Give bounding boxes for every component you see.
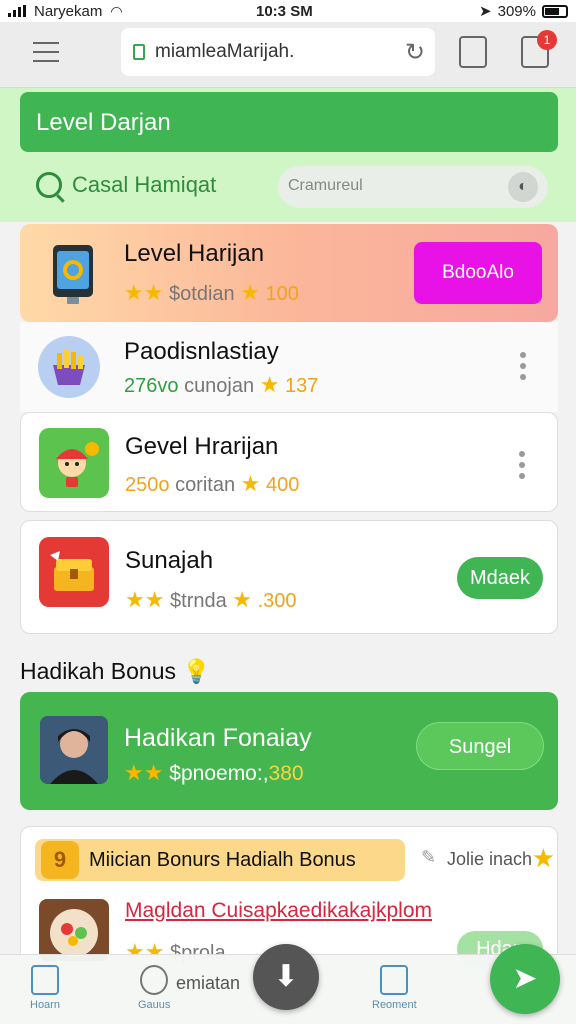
game-title: Sunajah [125,547,214,574]
notifications-icon[interactable]: 1 [521,30,557,68]
bonus-card[interactable]: Hadikan Fonaiay ★★ $pnoemo:,380 Sungel [20,692,558,810]
star-icon: ★ [232,587,253,612]
shopping-bag-icon[interactable] [459,36,487,68]
game-meta-prefix: 276vo [124,375,179,397]
game-card[interactable]: Gevel Hrarijan 250o coritan ★ 400 [20,412,558,512]
nav-games-label: Gauus [138,999,171,1011]
search-icon [36,172,62,198]
star-icon: ★ [240,280,260,305]
rating-stars: ★ [259,372,280,397]
globe-icon [140,965,169,995]
rating-stars: ★ [240,471,261,496]
game-meta-text: cunojan [184,375,255,397]
play-button[interactable]: BdooAlo [414,242,542,304]
send-icon: ➤ [512,962,538,995]
category-filter[interactable]: Casal Hamiqat [36,172,216,198]
game-meta: 276vo cunojan ★ 137 [124,372,318,398]
nav-center-text: emiatan [176,973,241,993]
game-title: Paodisnlastiay [124,338,279,365]
promo-side-label: Jolie inach [447,849,533,869]
promo-side-chip[interactable]: ✎ Jolie inach ★ [407,841,555,877]
treasure-chest-icon [39,537,109,607]
address-bar[interactable]: miamleaMarijah. ↻ [121,28,435,76]
clock: 10:3 SM [256,2,313,20]
game-meta: ★★ $trnda ★ .300 [125,587,297,613]
section-title: Hadikah Bonus 💡 [20,658,211,685]
game-card[interactable]: Sunajah ★★ $trnda ★ .300 Mdaek [20,520,558,634]
mascot-character-icon [39,428,109,498]
search-input[interactable]: Cramureul ◐ [278,166,548,208]
bonus-score: 380 [268,762,304,785]
game-meta-text: $otdian [169,283,235,305]
location-icon: ➤ [479,3,492,20]
promo-link[interactable]: Magldan Cuisapkaedikakajkplom [125,899,432,923]
rating-stars: ★★ [125,587,165,612]
banner-title: Level Darjan [36,109,171,136]
url-text: miamleaMarijah. [155,41,295,62]
nav-games[interactable]: Gauus [138,965,170,1011]
battery-icon [542,4,568,18]
bonus-meta: ★★ $pnoemo:,380 [124,760,304,786]
game-score: 100 [265,283,299,305]
category-label: Casal Hamiqat [72,172,217,197]
claim-button[interactable]: Sungel [416,722,544,770]
game-score: 400 [265,474,300,496]
fries-basket-icon [38,336,100,398]
wifi-icon: ◠ [110,2,123,19]
status-bar: Naryekam ◠ 10:3 SM ➤ 309% [0,0,576,22]
game-title: Gevel Hrarijan [125,433,279,460]
voice-search-icon[interactable]: ◐ [508,172,538,202]
nav-home-label: Hoarn [30,999,60,1011]
edit-icon: ✎ [421,847,437,867]
nav-recent-label: Reoment [372,999,417,1011]
lightbulb-icon: 💡 [182,658,212,684]
home-icon [30,965,59,995]
game-title: Level Harijan [124,240,265,267]
more-options-icon[interactable] [519,451,525,479]
game-meta-text: coritan [175,474,236,496]
download-button[interactable]: ⬇ [253,944,319,1010]
more-options-icon[interactable] [520,352,526,380]
secure-lock-icon [133,44,145,60]
signal-icon [8,5,26,17]
notification-badge: 1 [537,30,557,50]
game-meta: 250o coritan ★ 400 [125,471,299,497]
food-dish-icon [39,899,109,961]
game-card[interactable]: Level Harijan ★★ $otdian ★ 100 BdooAlo [20,224,558,322]
rating-stars: ★★ [124,760,164,785]
nav-home[interactable]: Hoarn [30,965,60,1011]
section-title-text: Hadikah Bonus [20,658,176,684]
level-banner[interactable]: Level Darjan [20,92,558,152]
bonus-meta-text: $pnoemo:, [169,762,269,785]
game-meta: ★★ $otdian ★ 100 [124,280,299,306]
send-button[interactable]: ➤ [490,944,560,1014]
browser-toolbar: miamleaMarijah. ↻ 1 [0,22,576,88]
bonus-title: Hadikan Fonaiay [124,724,312,752]
carrier-label: Naryekam [34,2,103,20]
game-score: 137 [284,375,319,397]
arrow-down-icon: ⬇ [273,960,299,993]
clipboard-icon [380,965,409,995]
promo-banner[interactable]: 9 Miician Bonurs Hadialh Bonus [35,839,405,881]
search-placeholder: Cramureul [288,177,363,194]
star-icon: ★ [531,843,555,873]
avatar [40,716,108,784]
menu-icon[interactable] [33,42,59,62]
rating-stars: ★★ [124,280,164,305]
game-score: .300 [257,590,297,612]
game-card[interactable]: Paodisnlastiay 276vo cunojan ★ 137 [20,322,558,412]
nav-recent[interactable]: Reoment [372,965,417,1011]
game-meta-text: $trnda [170,590,227,612]
battery-percent: 309% [497,2,536,20]
game-meta-prefix: 250o [125,474,170,496]
coin-icon: 9 [41,841,79,879]
tablet-app-icon [38,238,108,308]
reload-icon[interactable]: ↻ [405,38,425,67]
promo-banner-label: Miician Bonurs Hadialh Bonus [89,849,356,871]
play-button[interactable]: Mdaek [457,557,543,599]
